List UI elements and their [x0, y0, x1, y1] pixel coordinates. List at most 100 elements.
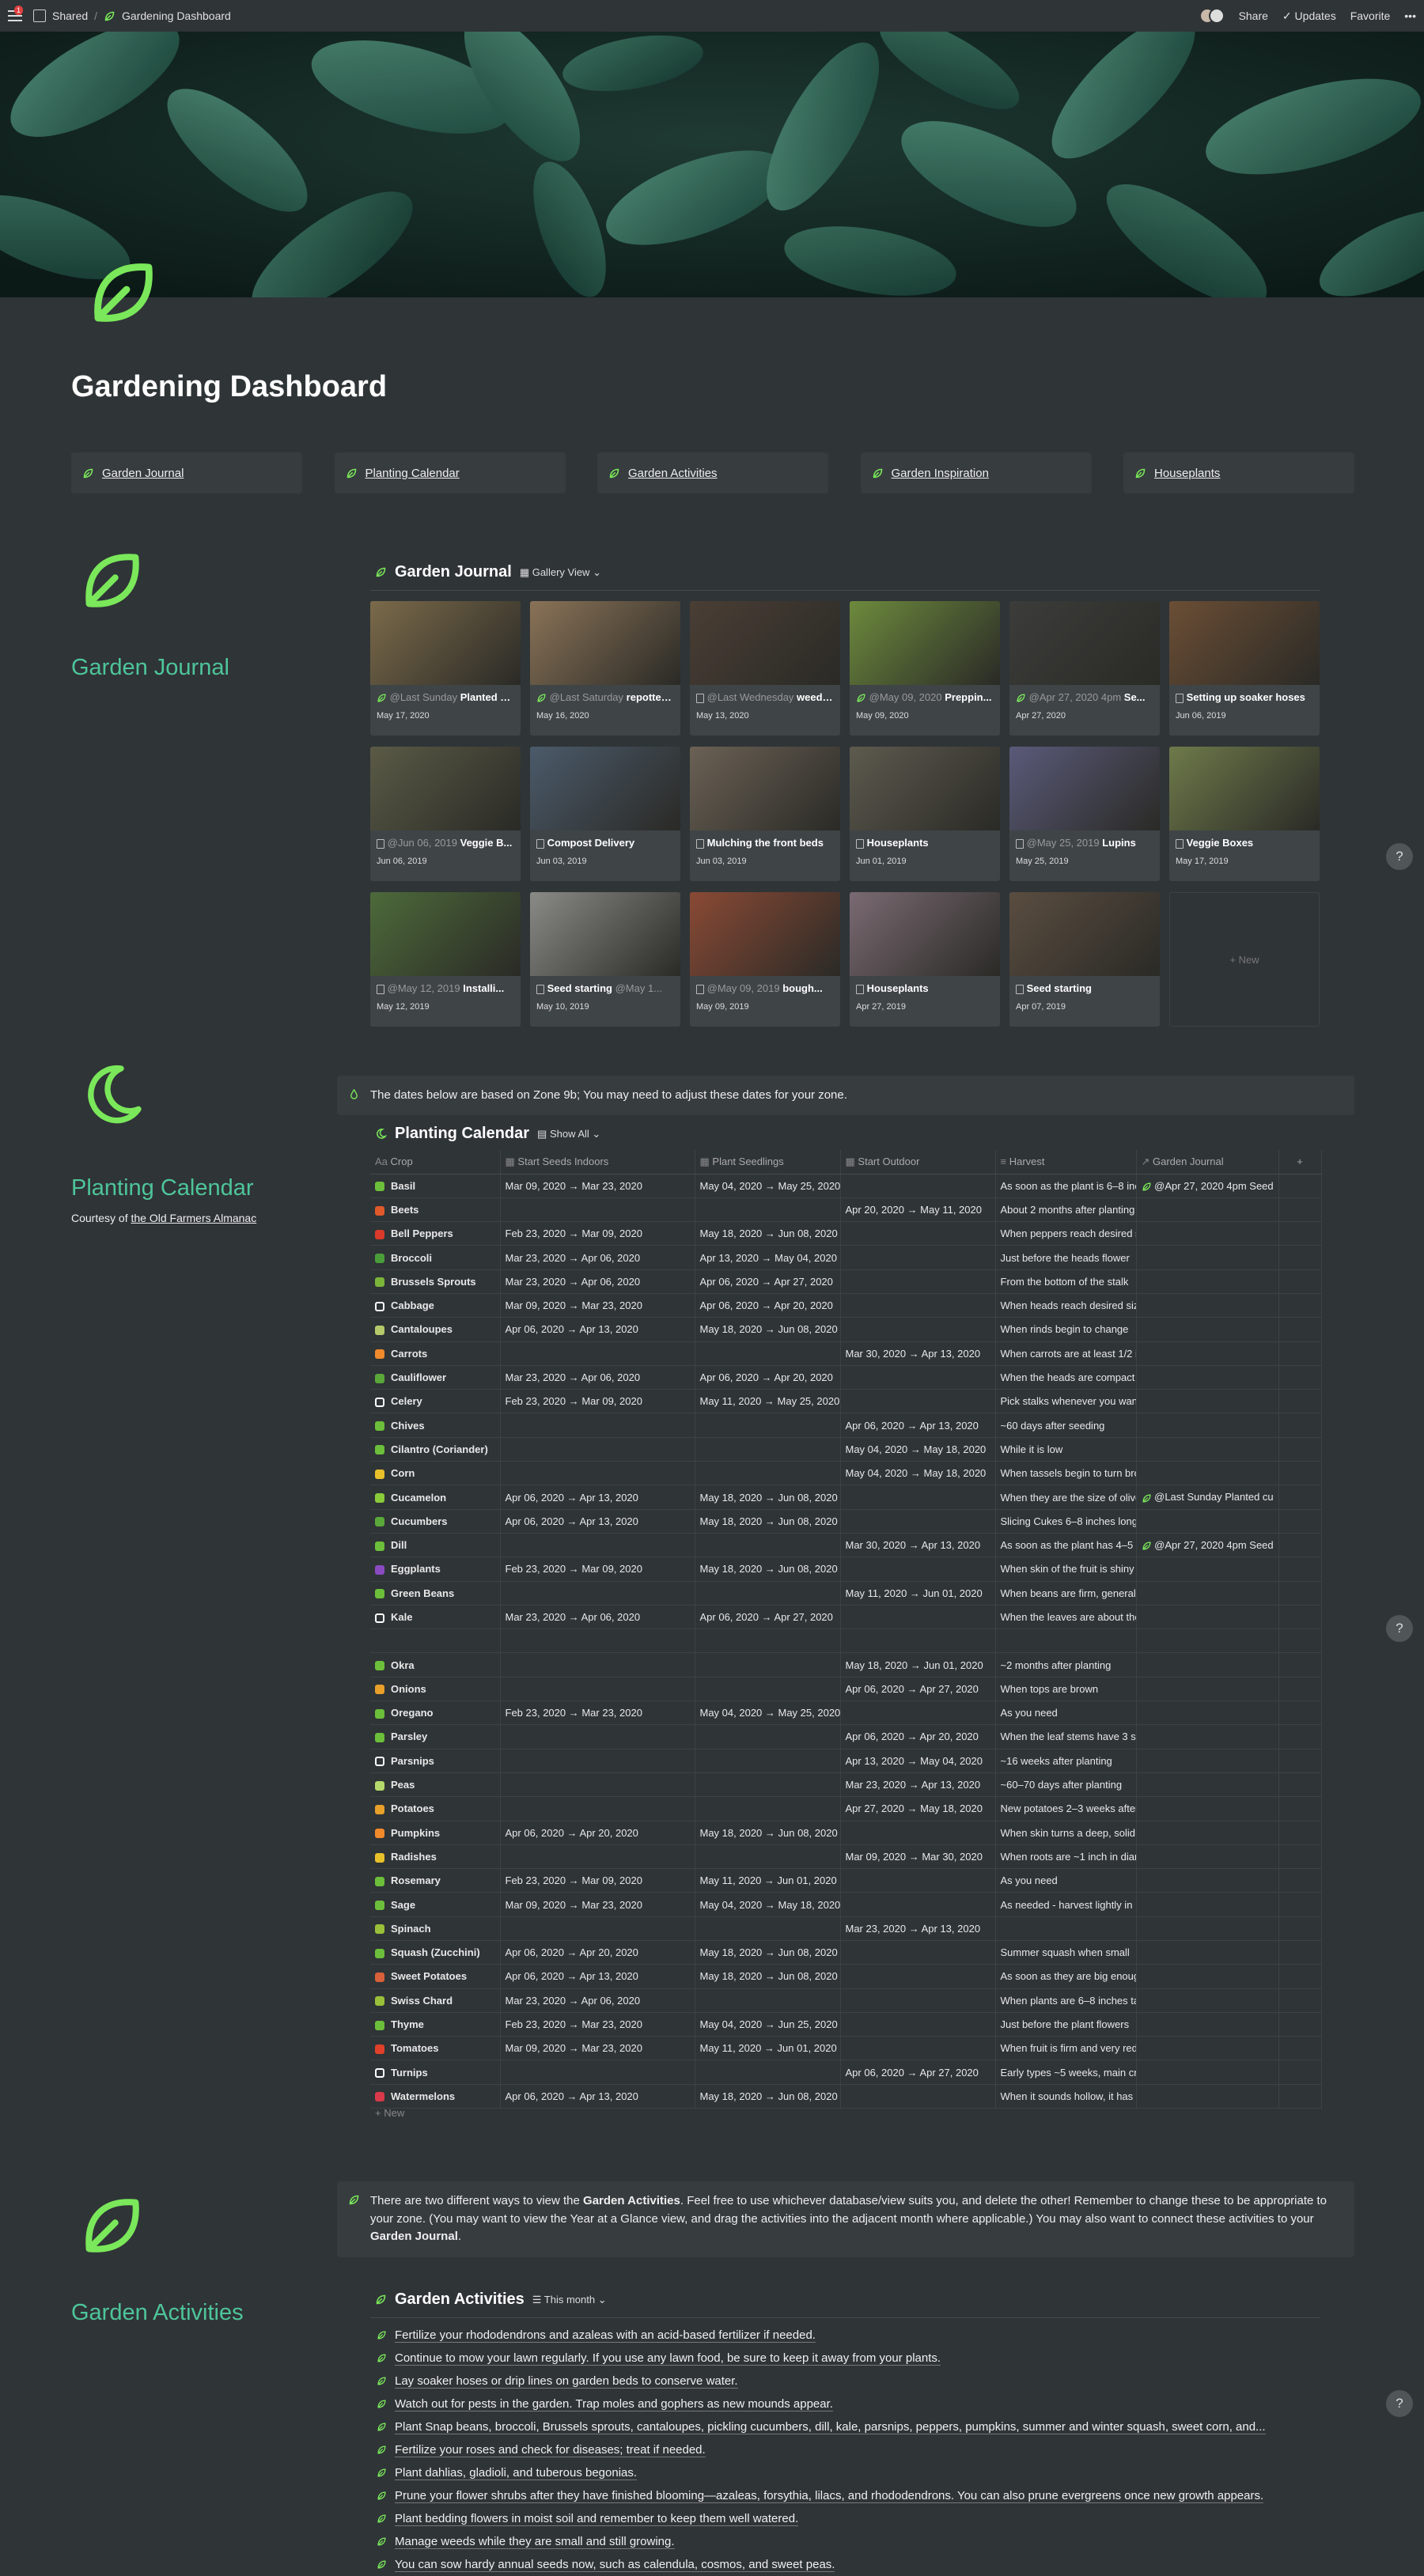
link-card-garden-inspiration[interactable]: Garden Inspiration: [860, 452, 1092, 494]
table-cell[interactable]: May 11, 2020 → Jun 01, 2020: [695, 1868, 841, 1893]
table-cell[interactable]: [500, 1197, 695, 1223]
table-cell[interactable]: [1136, 1365, 1279, 1390]
table-cell[interactable]: As you need: [995, 1868, 1137, 1893]
journal-card[interactable]: @May 25, 2019 Lupins May 25, 2019: [1009, 747, 1160, 881]
table-cell[interactable]: When the leaves are about the size: [995, 1605, 1137, 1630]
table-row[interactable]: Broccoli Mar 23, 2020 → Apr 06, 2020 Apr 1…: [370, 1245, 1322, 1270]
table-cell[interactable]: [695, 1796, 841, 1821]
table-row[interactable]: Rosemary Feb 23, 2020 → Mar 09, 2020 May 1…: [370, 1868, 1322, 1893]
table-row[interactable]: Parsnips Apr 13, 2020 → May 04, 2020 ~16 w…: [370, 1749, 1322, 1773]
table-cell[interactable]: [695, 1413, 841, 1438]
crop-cell[interactable]: Okra: [370, 1652, 501, 1678]
activity-item[interactable]: Plant dahlias, gladioli, and tuberous be…: [377, 2461, 1266, 2484]
table-cell[interactable]: [1136, 1628, 1279, 1654]
almanac-link[interactable]: the Old Farmers Almanac: [131, 1212, 256, 1224]
table-cell[interactable]: Apr 20, 2020 → May 11, 2020: [840, 1197, 996, 1223]
table-row[interactable]: Swiss Chard Mar 23, 2020 → Apr 06, 2020 Wh…: [370, 1988, 1322, 2013]
table-cell[interactable]: When skin of the fruit is shiny: [995, 1557, 1137, 1582]
table-cell[interactable]: May 04, 2020 → Jun 25, 2020: [695, 2012, 841, 2037]
crop-cell[interactable]: Carrots: [370, 1341, 501, 1366]
table-row[interactable]: Chives Apr 06, 2020 → Apr 13, 2020 ~60 day…: [370, 1413, 1322, 1438]
table-cell[interactable]: [840, 1964, 996, 1989]
table-cell[interactable]: [695, 1533, 841, 1558]
table-cell[interactable]: [695, 2060, 841, 2085]
table-cell[interactable]: [1136, 1197, 1279, 1223]
table-cell[interactable]: Pick stalks whenever you want: [995, 1389, 1137, 1414]
table-cell[interactable]: When tops are brown: [995, 1677, 1137, 1702]
table-cell[interactable]: When plants are 6–8 inches tall: [995, 1988, 1137, 2013]
table-cell[interactable]: [840, 1245, 996, 1270]
table-cell[interactable]: [500, 1724, 695, 1749]
table-cell[interactable]: [1136, 1700, 1279, 1726]
table-row[interactable]: Onions Apr 06, 2020 → Apr 27, 2020 When to…: [370, 1677, 1322, 1702]
table-cell[interactable]: [695, 1437, 841, 1462]
table-cell[interactable]: When heads reach desired size: [995, 1293, 1137, 1318]
table-cell[interactable]: Apr 06, 2020 → Apr 27, 2020: [840, 1677, 996, 1702]
table-cell[interactable]: [1136, 1269, 1279, 1294]
table-cell[interactable]: When tassels begin to turn brown: [995, 1461, 1137, 1486]
table-cell[interactable]: ~16 weeks after planting: [995, 1749, 1137, 1773]
table-cell[interactable]: May 18, 2020 → Jun 08, 2020: [695, 1964, 841, 1989]
table-cell[interactable]: [500, 1533, 695, 1558]
crop-cell[interactable]: Peas: [370, 1772, 501, 1798]
table-cell[interactable]: Mar 23, 2020 → Apr 06, 2020: [500, 1605, 695, 1630]
table-cell[interactable]: [1136, 1389, 1279, 1414]
table-cell[interactable]: When they are the size of olives: [995, 1485, 1137, 1510]
table-cell[interactable]: [1136, 1461, 1279, 1486]
table-cell[interactable]: When the leaf stems have 3 segments: [995, 1724, 1137, 1749]
table-row[interactable]: Cucamelon Apr 06, 2020 → Apr 13, 2020 May …: [370, 1485, 1322, 1510]
add-column-button[interactable]: +: [1278, 1150, 1322, 1175]
table-cell[interactable]: Feb 23, 2020 → Mar 23, 2020: [500, 1700, 695, 1726]
table-cell[interactable]: [840, 1365, 996, 1390]
table-cell[interactable]: As soon as the plant is 6–8 inches: [995, 1174, 1137, 1198]
table-row[interactable]: Corn May 04, 2020 → May 18, 2020 When tass…: [370, 1461, 1322, 1486]
updates-button[interactable]: ✓ Updates: [1282, 9, 1336, 23]
journal-relation-cell[interactable]: @Apr 27, 2020 4pm Seed: [1136, 1533, 1279, 1558]
table-cell[interactable]: [695, 1988, 841, 2013]
crop-cell[interactable]: Sweet Potatoes: [370, 1964, 501, 1989]
table-row[interactable]: Tomatoes Mar 09, 2020 → Mar 23, 2020 May 1…: [370, 2036, 1322, 2061]
table-cell[interactable]: Mar 30, 2020 → Apr 13, 2020: [840, 1341, 996, 1366]
table-cell[interactable]: Apr 06, 2020 → Apr 13, 2020: [500, 1317, 695, 1342]
activities-view-selector[interactable]: ☰ This month ⌄: [532, 2294, 607, 2306]
table-row[interactable]: Eggplants Feb 23, 2020 → Mar 09, 2020 May …: [370, 1557, 1322, 1582]
table-cell[interactable]: [840, 1269, 996, 1294]
crop-cell[interactable]: Green Beans: [370, 1581, 501, 1606]
table-row[interactable]: Cantaloupes Apr 06, 2020 → Apr 13, 2020 Ma…: [370, 1317, 1322, 1342]
table-cell[interactable]: Feb 23, 2020 → Mar 23, 2020: [500, 2012, 695, 2037]
crop-cell[interactable]: Swiss Chard: [370, 1988, 501, 2013]
table-cell[interactable]: [840, 1293, 996, 1318]
menu-icon[interactable]: 1: [8, 6, 24, 21]
help-button[interactable]: ?: [1386, 2390, 1413, 2417]
table-cell[interactable]: Summer squash when small: [995, 1940, 1137, 1965]
crop-cell[interactable]: Celery: [370, 1389, 501, 1414]
journal-card[interactable]: @Last Wednesday weede... May 13, 2020: [690, 601, 840, 736]
table-cell[interactable]: [1136, 1221, 1279, 1246]
table-cell[interactable]: When roots are ~1 inch in diameter: [995, 1844, 1137, 1870]
table-cell[interactable]: Mar 23, 2020 → Apr 06, 2020: [500, 1988, 695, 2013]
table-cell[interactable]: [500, 1437, 695, 1462]
table-cell[interactable]: [695, 1628, 841, 1654]
table-cell[interactable]: [840, 1317, 996, 1342]
table-row[interactable]: Pumpkins Apr 06, 2020 → Apr 20, 2020 May 1…: [370, 1821, 1322, 1845]
table-cell[interactable]: As soon as the plant has 4–5 leaves: [995, 1533, 1137, 1558]
table-row[interactable]: Cabbage Mar 09, 2020 → Mar 23, 2020 Apr 06…: [370, 1293, 1322, 1318]
activity-item[interactable]: Continue to mow your lawn regularly. If …: [377, 2347, 1266, 2370]
journal-relation-cell[interactable]: @Apr 27, 2020 4pm Seed: [1136, 1174, 1279, 1198]
table-cell[interactable]: [840, 1605, 996, 1630]
table-cell[interactable]: While it is low: [995, 1437, 1137, 1462]
activity-item[interactable]: Lay soaker hoses or drip lines on garden…: [377, 2370, 1266, 2393]
table-cell[interactable]: [1136, 2060, 1279, 2085]
table-cell[interactable]: Apr 13, 2020 → May 04, 2020: [695, 1245, 841, 1270]
table-row[interactable]: Celery Feb 23, 2020 → Mar 09, 2020 May 11,…: [370, 1389, 1322, 1414]
table-cell[interactable]: [840, 1700, 996, 1726]
column-header[interactable]: ≡ Harvest: [995, 1150, 1137, 1175]
table-cell[interactable]: Apr 06, 2020 → Apr 13, 2020: [500, 1964, 695, 1989]
table-cell[interactable]: May 18, 2020 → Jun 08, 2020: [695, 1509, 841, 1534]
table-cell[interactable]: [695, 1772, 841, 1798]
table-row[interactable]: Radishes Mar 09, 2020 → Mar 30, 2020 When …: [370, 1844, 1322, 1870]
table-cell[interactable]: [695, 1341, 841, 1366]
table-cell[interactable]: [1136, 1916, 1279, 1942]
table-cell[interactable]: [1136, 1749, 1279, 1773]
table-cell[interactable]: [500, 1677, 695, 1702]
